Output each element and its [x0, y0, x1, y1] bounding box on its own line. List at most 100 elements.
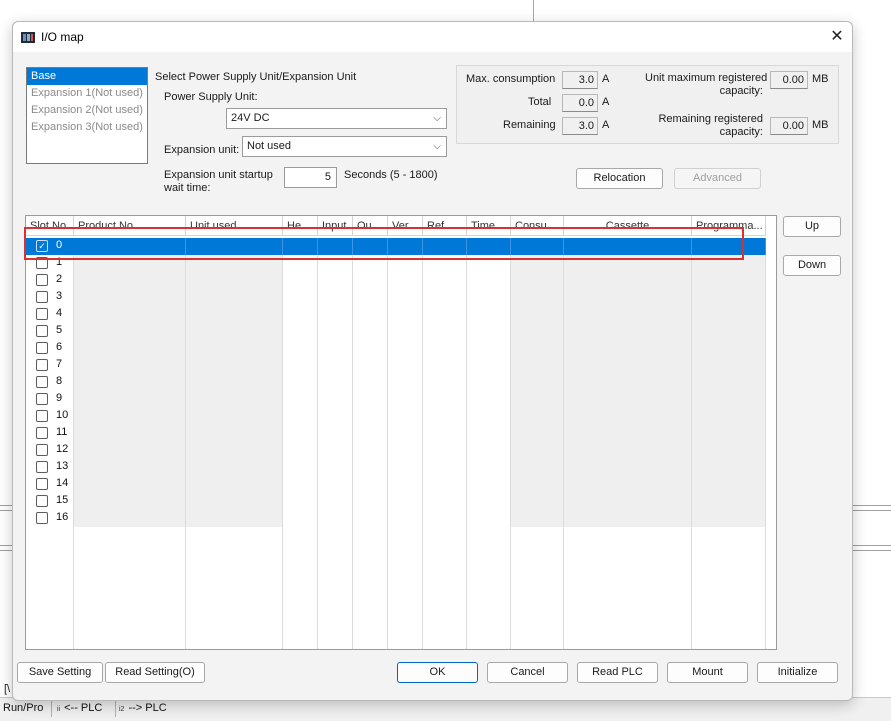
close-button[interactable]: ✕	[825, 26, 849, 48]
table-row[interactable]: 8	[26, 374, 766, 391]
total-unit: A	[602, 96, 610, 108]
slot-number: 11	[56, 426, 68, 438]
slot-checkbox[interactable]	[36, 274, 48, 286]
read-plc-button[interactable]: Read PLC	[577, 662, 658, 683]
slot-number: 13	[56, 460, 69, 472]
slot-number: 8	[56, 375, 63, 387]
table-row[interactable]: 15	[26, 493, 766, 510]
table-row[interactable]: 16	[26, 510, 766, 527]
expansion-unit-dropdown[interactable]: Not used ⌵	[242, 136, 447, 157]
table-row[interactable]: 4	[26, 306, 766, 323]
table-empty-cells	[74, 527, 186, 649]
up-button[interactable]: Up	[783, 216, 841, 237]
io-map-dialog: I/O map ✕ Base Expansion 1(Not used) Exp…	[12, 21, 853, 701]
unit-list-item-expansion-3[interactable]: Expansion 3(Not used)	[27, 119, 147, 136]
cancel-button[interactable]: Cancel	[487, 662, 568, 683]
slot-number: 5	[56, 324, 63, 336]
table-row[interactable]: 11	[26, 425, 766, 442]
unit-list[interactable]: Base Expansion 1(Not used) Expansion 2(N…	[26, 67, 148, 164]
remaining-capacity-label: Remaining registered	[658, 113, 763, 125]
ok-button[interactable]: OK	[397, 662, 478, 683]
status-write-plc-label: --> PLC	[128, 702, 167, 714]
slot-number: 12	[56, 443, 69, 455]
table-row[interactable]: 12	[26, 442, 766, 459]
dialog-titlebar[interactable]: I/O map ✕	[13, 22, 852, 52]
expansion-unit-value: Not used	[247, 140, 292, 152]
table-empty-cells	[353, 527, 388, 649]
table-empty-cells	[511, 527, 564, 649]
advanced-button[interactable]: Advanced	[674, 168, 761, 189]
slot-number: 6	[56, 341, 63, 353]
remaining-capacity-unit: MB	[812, 119, 829, 131]
initialize-button[interactable]: Initialize	[757, 662, 838, 683]
startup-wait-input[interactable]: 5	[284, 167, 337, 188]
table-empty-cells	[186, 527, 283, 649]
slot-checkbox[interactable]	[36, 444, 48, 456]
unit-max-capacity-unit: MB	[812, 73, 829, 85]
slot-checkbox[interactable]	[36, 495, 48, 507]
table-row[interactable]: 13	[26, 459, 766, 476]
slot-checkbox[interactable]	[36, 410, 48, 422]
table-row[interactable]: 2	[26, 272, 766, 289]
unit-list-item-base[interactable]: Base	[27, 68, 147, 85]
table-row[interactable]: 10	[26, 408, 766, 425]
slot-number: 3	[56, 290, 63, 302]
relocation-button[interactable]: Relocation	[576, 168, 663, 189]
table-empty-cells	[388, 527, 423, 649]
remaining-value: 3.0	[562, 117, 598, 135]
read-setting-button[interactable]: Read Setting(O)	[105, 662, 205, 683]
table-row[interactable]: 14	[26, 476, 766, 493]
startup-wait-label-2: wait time:	[164, 182, 211, 194]
power-supply-dropdown[interactable]: 24V DC ⌵	[226, 108, 447, 129]
table-empty-cells	[423, 527, 467, 649]
select-section-label: Select Power Supply Unit/Expansion Unit	[155, 71, 357, 83]
slot-checkbox[interactable]	[36, 461, 48, 473]
slot-checkbox[interactable]	[36, 342, 48, 354]
status-run-pro[interactable]: Run/Pro	[0, 699, 52, 717]
slot-checkbox[interactable]	[36, 359, 48, 371]
status-read-plc[interactable]: ii <-- PLC	[54, 699, 116, 717]
down-button[interactable]: Down	[783, 255, 841, 276]
remaining-unit: A	[602, 119, 610, 131]
slot-checkbox[interactable]	[36, 393, 48, 405]
power-supply-value: 24V DC	[231, 112, 270, 124]
mount-button[interactable]: Mount	[667, 662, 748, 683]
table-empty-cells	[318, 527, 353, 649]
slot-checkbox[interactable]	[36, 427, 48, 439]
power-supply-label: Power Supply Unit:	[164, 91, 258, 103]
dialog-title: I/O map	[41, 30, 84, 44]
slot-checkbox[interactable]	[36, 376, 48, 388]
app-icon	[21, 32, 35, 43]
slot-number: 2	[56, 273, 63, 285]
slot-checkbox[interactable]	[36, 291, 48, 303]
table-row[interactable]: 7	[26, 357, 766, 374]
startup-wait-unit: Seconds (5 - 1800)	[344, 169, 438, 181]
table-empty-cells	[564, 527, 692, 649]
slot-checkbox[interactable]	[36, 512, 48, 524]
total-value: 0.0	[562, 94, 598, 112]
max-consumption-value: 3.0	[562, 71, 598, 89]
slot-checkbox[interactable]	[36, 325, 48, 337]
unit-list-item-expansion-1[interactable]: Expansion 1(Not used)	[27, 85, 147, 102]
table-row[interactable]: 3	[26, 289, 766, 306]
chevron-down-icon: ⌵	[433, 113, 441, 124]
table-row[interactable]: 5	[26, 323, 766, 340]
background-divider	[533, 0, 534, 22]
max-consumption-unit: A	[602, 73, 610, 85]
table-row[interactable]: 9	[26, 391, 766, 408]
remaining-capacity-value: 0.00	[770, 117, 808, 135]
status-small-label: ii	[57, 706, 61, 713]
status-small-label: i2	[119, 706, 125, 713]
save-setting-button[interactable]: Save Setting	[17, 662, 103, 683]
slot-number: 9	[56, 392, 63, 404]
highlight-box	[24, 227, 744, 260]
table-empty-cells	[692, 527, 766, 649]
io-map-table[interactable]: Slot No. Product No. Unit used He... Input Ou…	[25, 215, 777, 650]
status-write-plc[interactable]: i2 --> PLC	[116, 699, 178, 717]
slot-checkbox[interactable]	[36, 308, 48, 320]
table-row[interactable]: 6	[26, 340, 766, 357]
remaining-label: Remaining	[503, 119, 556, 131]
slot-checkbox[interactable]	[36, 478, 48, 490]
unit-list-item-expansion-2[interactable]: Expansion 2(Not used)	[27, 102, 147, 119]
table-empty-cells	[283, 527, 318, 649]
